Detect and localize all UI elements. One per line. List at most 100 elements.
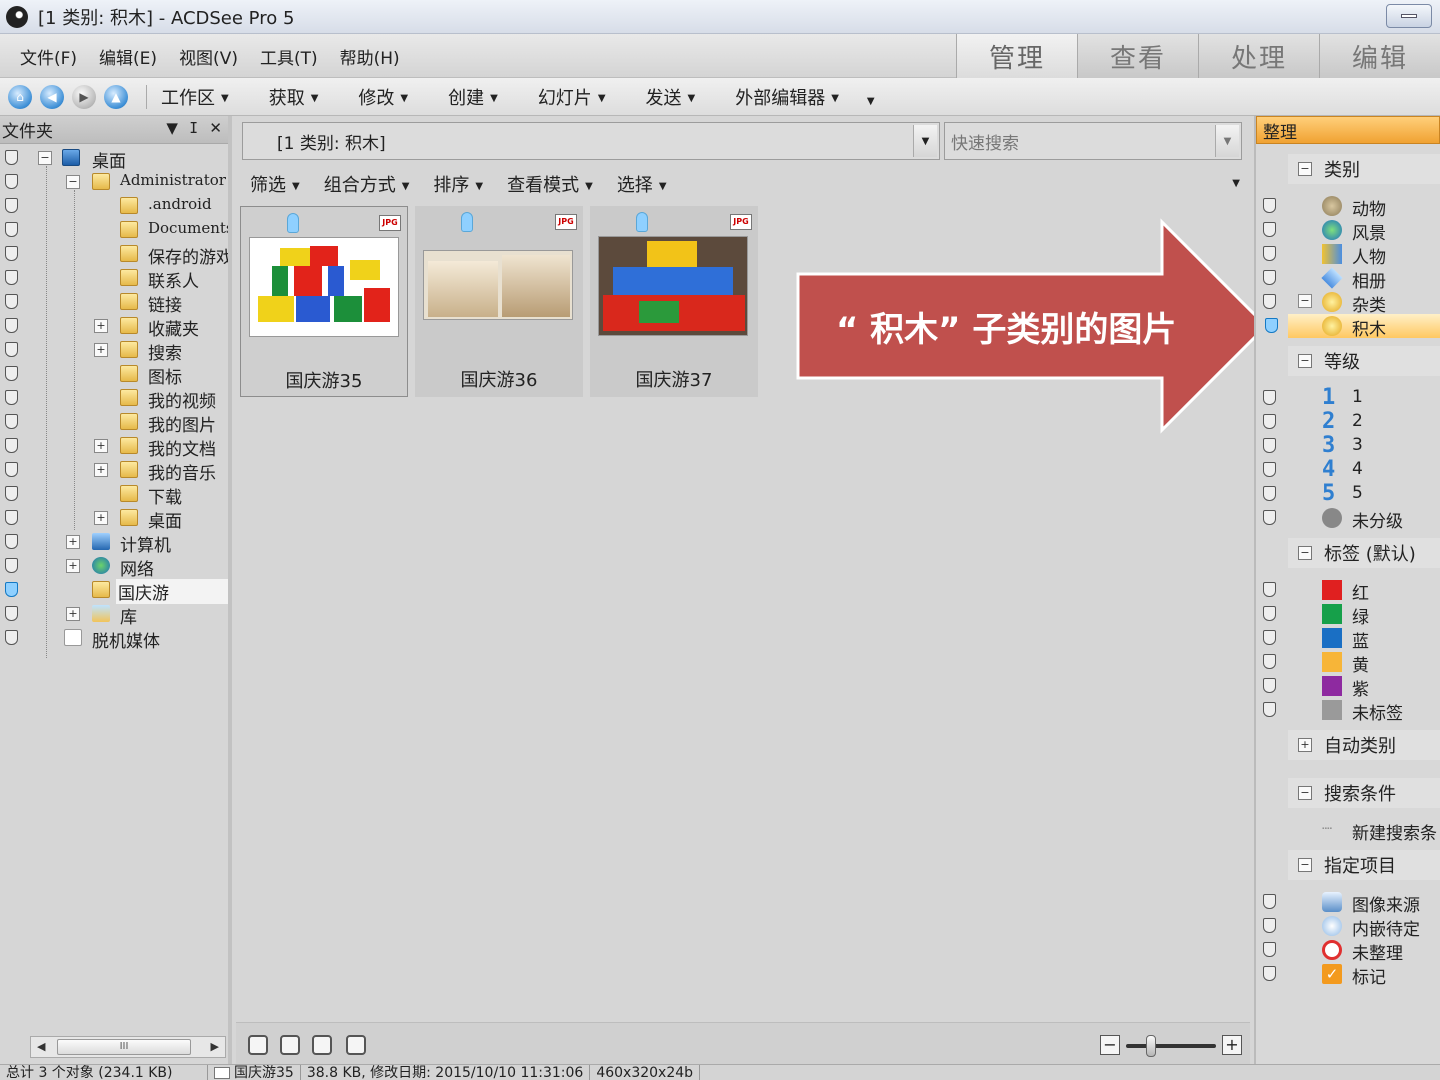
up-icon[interactable]: ▲	[104, 84, 128, 109]
filter-menu[interactable]: 筛选 ▼	[250, 171, 300, 197]
label-none[interactable]: 未标签	[1256, 698, 1440, 724]
rating-3[interactable]: 33	[1256, 434, 1440, 458]
close-panel-icon[interactable]: ✕	[209, 119, 222, 137]
category-misc[interactable]: − 杂类	[1256, 290, 1440, 316]
label-blue[interactable]: 蓝	[1256, 626, 1440, 652]
tree-item-my-videos[interactable]: 我的视频	[0, 386, 228, 412]
special-items-section[interactable]: − 指定项目	[1288, 850, 1440, 880]
rating-5[interactable]: 55	[1256, 482, 1440, 506]
label-green[interactable]: 绿	[1256, 602, 1440, 628]
select-menu[interactable]: 选择 ▼	[617, 171, 667, 197]
tree-item-my-music[interactable]: + 我的音乐	[0, 458, 228, 484]
special-image-source[interactable]: 图像来源	[1256, 890, 1440, 916]
special-tagged[interactable]: ✓ 标记	[1256, 962, 1440, 988]
tree-item-my-documents[interactable]: + 我的文档	[0, 434, 228, 460]
tree-item-network[interactable]: + 网络	[0, 554, 228, 580]
pin-panel-icon[interactable]: ⵊ	[190, 119, 198, 137]
zoom-out-button[interactable]: −	[1100, 1035, 1120, 1055]
label-purple[interactable]: 紫	[1256, 674, 1440, 700]
labels-section[interactable]: − 标签 (默认)	[1288, 538, 1440, 568]
group-by-menu[interactable]: 组合方式 ▼	[324, 171, 410, 197]
sort-menu[interactable]: 排序 ▼	[433, 171, 483, 197]
forward-icon[interactable]: ▶	[72, 84, 96, 109]
workspace-menu[interactable]: 工作区 ▼	[161, 84, 229, 110]
mode-tab-view[interactable]: 查看	[1077, 34, 1198, 78]
rotate-icon[interactable]	[312, 1035, 332, 1055]
thumbnail-item[interactable]: JPG 国庆游36	[415, 206, 583, 397]
modify-menu[interactable]: 修改 ▼	[358, 84, 408, 110]
category-landscape[interactable]: 风景	[1256, 218, 1440, 244]
tree-item-offline-media[interactable]: 脱机媒体	[0, 626, 228, 652]
label-red[interactable]: 红	[1256, 578, 1440, 604]
thumbnail-item[interactable]: JPG 国庆游35	[240, 206, 408, 397]
label-yellow[interactable]: 黄	[1256, 650, 1440, 676]
rating-2[interactable]: 22	[1256, 410, 1440, 434]
tree-item-searches[interactable]: + 搜索	[0, 338, 228, 364]
rating-4[interactable]: 44	[1256, 458, 1440, 482]
path-dropdown-icon[interactable]: ▼	[913, 125, 937, 157]
rating-unrated[interactable]: 未分级	[1256, 506, 1440, 532]
rotate-right-icon[interactable]	[280, 1035, 300, 1055]
create-menu[interactable]: 创建 ▼	[448, 84, 498, 110]
mode-tab-process[interactable]: 处理	[1198, 34, 1319, 78]
panel-menu-icon[interactable]: ▼	[166, 119, 178, 137]
tree-item-desktop-sub[interactable]: + 桌面	[0, 506, 228, 532]
menu-file[interactable]: 文件(F)	[20, 44, 77, 69]
tree-item-desktop[interactable]: − 桌面	[0, 146, 228, 172]
tree-item-my-pictures[interactable]: 我的图片	[0, 410, 228, 436]
menu-view[interactable]: 视图(V)	[179, 44, 238, 69]
tree-item-android[interactable]: .android	[0, 194, 228, 218]
tree-item-computer[interactable]: + 计算机	[0, 530, 228, 556]
tree-item-administrator[interactable]: − Administrator	[0, 170, 228, 194]
tree-item-documents[interactable]: Documents	[0, 218, 228, 242]
tree-item-favorites[interactable]: + 收藏夹	[0, 314, 228, 340]
category-path-box[interactable]: [1 类别: 积木] ▼	[242, 122, 940, 160]
ratings-section[interactable]: − 等级	[1288, 346, 1440, 376]
home-icon[interactable]: ⌂	[8, 84, 32, 109]
send-menu[interactable]: 发送 ▼	[646, 84, 696, 110]
acquire-menu[interactable]: 获取 ▼	[269, 84, 319, 110]
tree-item-national-day[interactable]: 国庆游	[0, 578, 228, 604]
subcategory-blocks[interactable]: 积木	[1288, 314, 1440, 340]
toolbar-overflow-icon[interactable]: ▼	[867, 96, 875, 107]
new-saved-search[interactable]: ┈ 新建搜索条	[1256, 818, 1440, 844]
rotate-left-icon[interactable]	[248, 1035, 268, 1055]
minimize-button[interactable]	[1386, 4, 1432, 28]
special-embed-pending[interactable]: 内嵌待定	[1256, 914, 1440, 940]
category-animals[interactable]: 动物	[1256, 194, 1440, 220]
categories-section[interactable]: − 类别	[1288, 154, 1440, 184]
tree-item-icons[interactable]: 图标	[0, 362, 228, 388]
back-icon[interactable]: ◀	[40, 84, 64, 109]
menu-edit[interactable]: 编辑(E)	[99, 44, 157, 69]
category-people[interactable]: 人物	[1256, 242, 1440, 268]
tree-item-contacts[interactable]: 联系人	[0, 266, 228, 292]
menu-help[interactable]: 帮助(H)	[340, 44, 400, 69]
display-icon[interactable]	[346, 1035, 366, 1055]
menu-tools[interactable]: 工具(T)	[260, 44, 318, 69]
thumbnail-caption: 国庆游36	[460, 370, 538, 391]
zoom-slider-handle[interactable]	[1146, 1035, 1156, 1057]
quick-search-dropdown-icon[interactable]: ▼	[1215, 125, 1239, 157]
zoom-in-button[interactable]: +	[1222, 1035, 1242, 1055]
thumbnail-item[interactable]: JPG 国庆游37	[590, 206, 758, 397]
tree-item-saved-games[interactable]: 保存的游戏	[0, 242, 228, 268]
slideshow-menu[interactable]: 幻灯片 ▼	[538, 84, 606, 110]
external-editor-menu[interactable]: 外部编辑器 ▼	[735, 84, 839, 110]
special-uncategorized[interactable]: 未整理	[1256, 938, 1440, 964]
mode-tab-manage[interactable]: 管理	[956, 34, 1077, 78]
caret-down-icon: ▼	[490, 93, 498, 104]
folders-horizontal-scrollbar[interactable]: ◀ III ▶	[30, 1036, 226, 1058]
scrollbar-thumb[interactable]: III	[57, 1039, 191, 1055]
tree-item-libraries[interactable]: + 库	[0, 602, 228, 628]
saved-searches-section[interactable]: − 搜索条件	[1288, 778, 1440, 808]
quick-search-box[interactable]: 快速搜索 ▼	[944, 122, 1242, 160]
filter-overflow-icon[interactable]: ▼	[1232, 178, 1240, 189]
view-mode-menu[interactable]: 查看模式 ▼	[507, 171, 593, 197]
tree-item-links[interactable]: 链接	[0, 290, 228, 316]
tree-item-downloads[interactable]: 下载	[0, 482, 228, 508]
category-album[interactable]: 相册	[1256, 266, 1440, 292]
zoom-slider-track[interactable]	[1126, 1044, 1216, 1048]
mode-tab-edit[interactable]: 编辑	[1319, 34, 1440, 78]
auto-categories-section[interactable]: + 自动类别	[1288, 730, 1440, 760]
rating-1[interactable]: 11	[1256, 386, 1440, 410]
